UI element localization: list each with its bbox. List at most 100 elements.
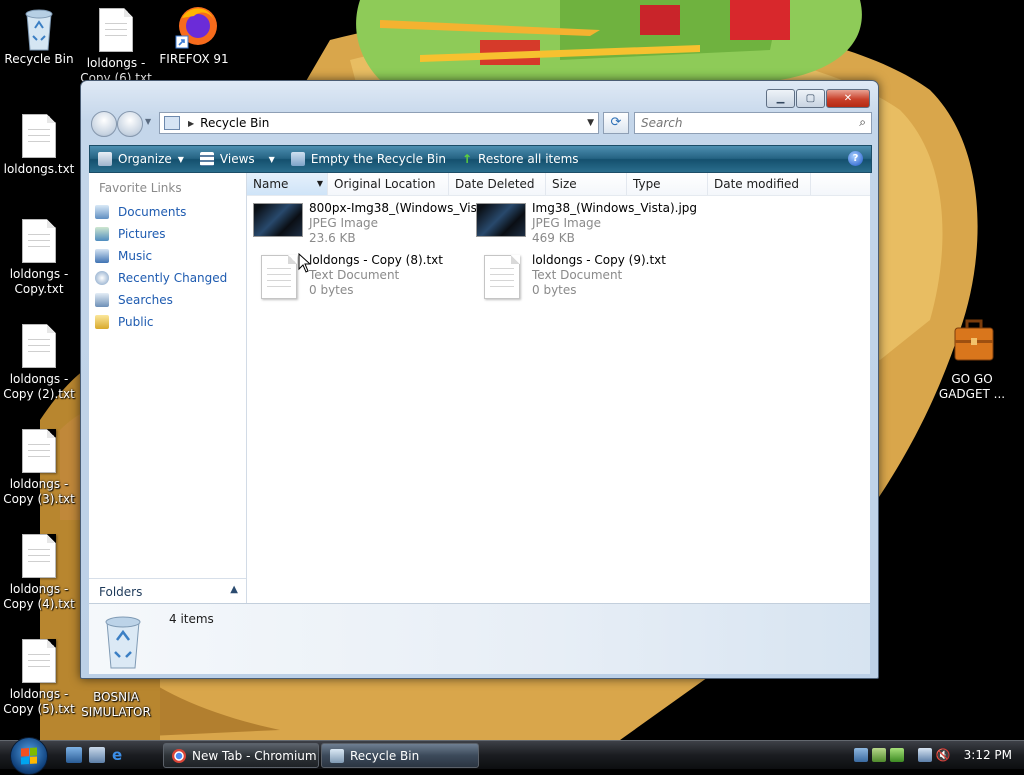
nav-link-public[interactable]: Public [89,311,246,333]
file-name: Img38_(Windows_Vista).jpg [532,201,698,215]
list-item[interactable]: Img38_(Windows_Vista).jpg JPEG Image 469… [476,201,697,246]
desktop-icon-label: Recycle Bin [4,52,74,66]
breadcrumb-arrow-icon[interactable]: ▶ [188,119,194,128]
refresh-button[interactable]: ⟳ [603,112,629,134]
text-document-icon [484,255,520,299]
volume-muted-icon[interactable]: 🔇 [936,748,951,762]
file-name: 800px-Img38_(Windows_Vis... [309,201,489,215]
desktop-icon-label: loldongs.txt [3,162,75,176]
list-item[interactable]: loldongs - Copy (8).txt Text Document 0 … [253,253,443,299]
help-icon: ? [852,153,859,164]
recycle-bin-icon [19,4,59,51]
breadcrumb-recycle-bin[interactable]: Recycle Bin [200,116,269,130]
back-button[interactable] [91,111,117,137]
restore-all-items-button[interactable]: ↑ Restore all items [462,152,579,166]
empty-recycle-bin-button[interactable]: Empty the Recycle Bin [290,152,447,166]
recent-pages-chevron-icon[interactable]: ▼ [145,117,151,126]
nav-link-label: Searches [118,293,173,307]
desktop-icon-label: loldongs - Copy (3).txt [3,477,75,506]
desktop-icon-loldongs-copy-6[interactable]: loldongs - Copy (6).txt [78,6,154,86]
forward-button[interactable] [117,111,143,137]
nav-link-label: Music [118,249,153,263]
desktop-icon-loldongs-copy-3[interactable]: loldongs - Copy (3).txt [1,427,77,507]
organize-label: Organize [118,152,172,166]
chevron-down-icon[interactable]: ▼ [317,173,323,195]
text-document-icon [22,534,56,578]
recycle-bin-window: ▁ ▢ ✕ ▼ ▶ Recycle Bin ▼ ⟳ ⌕ Organize ▼ V… [80,80,879,679]
column-header-name[interactable]: Name ▼ [247,173,328,195]
nav-link-pictures[interactable]: Pictures [89,223,246,245]
desktop-icon-label: loldongs - Copy (5).txt [3,687,75,716]
internet-explorer-icon[interactable]: e [112,747,128,763]
views-icon [199,152,214,166]
public-folder-icon [95,315,109,329]
desktop-icon-loldongs-copy-4[interactable]: loldongs - Copy (4).txt [1,532,77,612]
window-controls: ▁ ▢ ✕ [766,89,870,108]
desktop-icon-loldongs-copy-5[interactable]: loldongs - Copy (5).txt [1,637,77,717]
desktop-icon-label: FIREFOX 91 [159,52,229,66]
safely-remove-icon[interactable] [871,748,886,762]
file-list: Name ▼ Original Location Date Deleted Si… [247,173,870,603]
empty-recycle-bin-label: Empty the Recycle Bin [310,152,447,166]
nav-link-searches[interactable]: Searches [89,289,246,311]
nav-link-documents[interactable]: Documents [89,201,246,223]
recycle-bin-icon [330,748,344,763]
desktop-icon-loldongs-copy-2[interactable]: loldongs - Copy (2).txt [1,322,77,402]
organize-icon [98,152,112,166]
network-icon[interactable] [853,748,868,762]
address-bar[interactable]: ▶ Recycle Bin ▼ [159,112,599,134]
desktop-icon-recycle-bin[interactable]: Recycle Bin [1,4,77,67]
nav-link-music[interactable]: Music [89,245,246,267]
file-name: loldongs - Copy (8).txt [309,253,443,267]
folders-label: Folders [99,584,143,599]
documents-icon [95,205,109,219]
nav-link-label: Documents [118,205,187,219]
desktop-icon-loldongs-copy[interactable]: loldongs - Copy.txt [1,217,77,297]
taskbar-button-label: Recycle Bin [350,748,420,763]
search-input[interactable] [639,113,843,133]
recycle-bin-icon [105,616,141,669]
list-item[interactable]: 800px-Img38_(Windows_Vis... JPEG Image 2… [253,201,488,246]
file-type: JPEG Image [309,216,379,230]
organize-button[interactable]: Organize ▼ [98,152,184,166]
nav-link-recently-changed[interactable]: Recently Changed [89,267,246,289]
switch-windows-icon[interactable] [89,747,105,763]
column-header-date-modified[interactable]: Date modified [708,173,811,195]
text-document-icon [22,219,56,263]
column-header-size[interactable]: Size [546,173,627,195]
desktop-icon-bosnia-simulator[interactable]: BOSNIA SIMULATOR [78,690,154,720]
help-button[interactable]: ? [848,151,863,166]
column-header-type[interactable]: Type [627,173,708,195]
file-size: 0 bytes [309,283,354,297]
address-dropdown-icon[interactable]: ▼ [587,118,594,128]
taskbar-button-recycle-bin[interactable]: Recycle Bin [321,743,479,768]
views-button[interactable]: Views ▼ [199,152,275,166]
maximize-button[interactable]: ▢ [796,89,825,108]
desktop-icon-go-go-gadget[interactable]: GO GO GADGET ... [934,318,1010,402]
security-icon[interactable] [889,748,904,762]
file-size: 0 bytes [532,283,577,297]
close-button[interactable]: ✕ [826,89,870,108]
taskbar-button-chromium[interactable]: New Tab - Chromium [163,743,319,768]
list-item[interactable]: loldongs - Copy (9).txt Text Document 0 … [476,253,666,299]
address-row: ▼ ▶ Recycle Bin ▼ ⟳ ⌕ [89,109,872,137]
search-icon[interactable]: ⌕ [859,115,866,130]
maximize-icon: ▢ [805,93,816,104]
column-header-date-deleted[interactable]: Date Deleted [449,173,546,195]
desktop-icon-loldongs[interactable]: loldongs.txt [1,112,77,177]
desktop-icon-firefox[interactable]: FIREFOX 91 [156,4,232,67]
network-connection-icon[interactable] [917,748,932,762]
restore-arrow-icon: ↑ [462,152,473,166]
desktop-icon-label: BOSNIA SIMULATOR [81,690,151,719]
search-box: ⌕ [634,112,872,134]
start-button[interactable] [10,737,48,775]
jpeg-thumbnail [253,203,303,237]
clock[interactable]: 3:12 PM [964,748,1012,762]
file-size: 23.6 KB [309,231,356,245]
minimize-button[interactable]: ▁ [766,89,795,108]
desktop-icon-label: loldongs - Copy (4).txt [3,582,75,611]
show-desktop-icon[interactable] [66,747,82,763]
folders-toggle[interactable]: Folders ▲ [89,578,246,604]
column-header-original-location[interactable]: Original Location [328,173,449,195]
chevron-up-icon: ▲ [230,584,238,595]
